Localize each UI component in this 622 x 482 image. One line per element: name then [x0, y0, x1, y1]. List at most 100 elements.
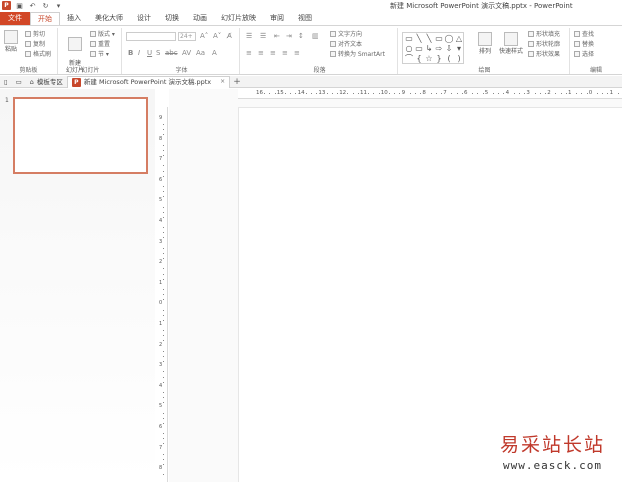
shape-bracket-icon[interactable]: (	[444, 54, 454, 64]
columns-icon[interactable]: ▥	[312, 32, 319, 40]
shape-star-icon[interactable]: ☆	[424, 54, 434, 64]
ruler-label: 1	[159, 321, 163, 327]
add-tab-button[interactable]: +	[230, 77, 244, 87]
ruler-tick	[441, 93, 442, 94]
tab-transitions[interactable]: 切换	[158, 12, 186, 25]
shape-line2-icon[interactable]: ╲	[424, 34, 434, 44]
slide-canvas[interactable]	[238, 107, 622, 482]
ruler-tick	[539, 93, 541, 94]
align-left-icon[interactable]: ≡	[246, 49, 252, 57]
strikethrough-icon[interactable]: abc	[165, 49, 178, 57]
font-name-field[interactable]	[126, 32, 176, 41]
shape-fill-button[interactable]: 形状填充	[528, 31, 560, 39]
shapes-gallery[interactable]: ▭ ╲ ╲ ▭ ◯ △ ○ ▭ ↳ ⇨ ⇩ ▾ ⌒ { ☆ } ( )	[402, 32, 464, 64]
shape-brace-icon[interactable]: {	[414, 54, 424, 64]
tab-insert[interactable]: 插入	[60, 12, 88, 25]
shape-line-icon[interactable]: ╲	[414, 34, 424, 44]
layout-button[interactable]: 版式 ▾	[90, 31, 115, 39]
clear-format-icon[interactable]: A̸	[227, 32, 232, 40]
align-text-button[interactable]: 对齐文本	[330, 41, 362, 49]
ruler-tick	[477, 93, 479, 94]
convert-smartart-button[interactable]: 转换为 SmartArt	[330, 51, 385, 59]
tab-design[interactable]: 设计	[130, 12, 158, 25]
align-right-icon[interactable]: ≡	[270, 49, 276, 57]
char-spacing-icon[interactable]: AV	[182, 49, 191, 57]
find-button[interactable]: 查找	[574, 31, 594, 39]
tab-current-file[interactable]: P 新建 Microsoft PowerPoint 演示文稿.pptx ×	[66, 75, 231, 88]
change-case-icon[interactable]: Aa	[196, 49, 205, 57]
slide-thumbnail[interactable]	[13, 97, 148, 174]
shadow-icon[interactable]: S	[156, 49, 160, 57]
redo-icon[interactable]: ↻	[41, 1, 50, 10]
ruler-tick	[163, 258, 164, 260]
ruler-tick	[347, 93, 349, 94]
customize-icon[interactable]: ▾	[54, 1, 63, 10]
paste-button[interactable]: 粘贴	[3, 30, 19, 53]
shape-circle-icon[interactable]: ○	[404, 44, 414, 54]
tab-review[interactable]: 审阅	[263, 12, 291, 25]
ruler-tick	[163, 196, 164, 198]
shape-elbow-icon[interactable]: ↳	[424, 44, 434, 54]
select-button[interactable]: 选择	[574, 51, 594, 59]
decrease-indent-icon[interactable]: ⇤	[274, 32, 280, 40]
replace-button[interactable]: 替换	[574, 41, 594, 49]
reset-button[interactable]: 重置	[90, 41, 110, 49]
arrange-label: 排列	[478, 48, 491, 55]
tab-file[interactable]: 文件	[0, 12, 30, 25]
save-icon[interactable]: ▣	[15, 1, 24, 10]
cut-button[interactable]: 剪切	[25, 31, 45, 39]
shape-effects-button[interactable]: 形状效果	[528, 51, 560, 59]
distribute-icon[interactable]: ≡	[294, 49, 300, 57]
section-button[interactable]: 节 ▾	[90, 51, 109, 59]
bullets-icon[interactable]: ☰	[246, 32, 252, 40]
tab-view[interactable]: 视图	[291, 12, 319, 25]
justify-icon[interactable]: ≡	[282, 49, 288, 57]
shape-bracket2-icon[interactable]: )	[454, 54, 464, 64]
ruler-tick	[602, 93, 604, 94]
undo-icon[interactable]: ↶	[28, 1, 37, 10]
tab-home[interactable]: 开始	[30, 12, 60, 25]
close-tab-icon[interactable]: ×	[220, 76, 225, 88]
shape-more-icon[interactable]: ▾	[454, 44, 464, 54]
line-spacing-icon[interactable]: ↕	[298, 32, 304, 40]
ruler-label: 4	[505, 90, 510, 96]
shape-curve-icon[interactable]: ⌒	[404, 54, 414, 64]
text-direction-button[interactable]: 文字方向	[330, 31, 362, 39]
shape-rect3-icon[interactable]: ▭	[414, 44, 424, 54]
align-text-icon	[330, 41, 336, 47]
open-folder-icon[interactable]: ▭	[12, 76, 26, 88]
shape-triangle-icon[interactable]: △	[454, 34, 464, 44]
shape-brace2-icon[interactable]: }	[434, 54, 444, 64]
tab-beautify[interactable]: 美化大师	[88, 12, 130, 25]
shape-arrow-right-icon[interactable]: ⇨	[434, 44, 444, 54]
numbering-icon[interactable]: ☰	[260, 32, 266, 40]
shape-oval-icon[interactable]: ◯	[444, 34, 454, 44]
new-doc-icon[interactable]: ▯	[0, 76, 12, 88]
arrange-button[interactable]: 排列	[476, 32, 494, 55]
font-color-icon[interactable]: A	[212, 49, 217, 57]
tab-animations[interactable]: 动画	[186, 12, 214, 25]
align-center-icon[interactable]: ≡	[258, 49, 264, 57]
tab-template-zone[interactable]: ⌂ 模板专区	[26, 76, 67, 88]
underline-icon[interactable]: U	[147, 49, 152, 57]
shrink-font-icon[interactable]: A˅	[213, 32, 221, 40]
font-size-field[interactable]: 24+	[178, 32, 196, 41]
ruler-tick	[498, 93, 500, 94]
grow-font-icon[interactable]: A˄	[200, 32, 208, 40]
ruler-tick	[163, 232, 164, 234]
ruler-tick	[163, 335, 164, 337]
format-painter-button[interactable]: 格式刷	[25, 51, 51, 59]
copy-button[interactable]: 复制	[25, 41, 45, 49]
shape-arrow-down-icon[interactable]: ⇩	[444, 44, 454, 54]
shape-outline-button[interactable]: 形状轮廓	[528, 41, 560, 49]
shape-rect-icon[interactable]: ▭	[404, 34, 414, 44]
italic-icon[interactable]: I	[138, 49, 140, 57]
shape-rect2-icon[interactable]: ▭	[434, 34, 444, 44]
ruler-label: 8	[159, 465, 163, 472]
horizontal-ruler: 16 15 14 13 12 11 10 9 8 7 6 5 4 3 2 1 0 1	[238, 89, 622, 99]
quick-styles-button[interactable]: 快速样式	[498, 32, 524, 55]
tab-slideshow[interactable]: 幻灯片放映	[214, 12, 263, 25]
bold-icon[interactable]: B	[128, 49, 133, 57]
increase-indent-icon[interactable]: ⇥	[286, 32, 292, 40]
ruler-tick	[316, 93, 318, 94]
